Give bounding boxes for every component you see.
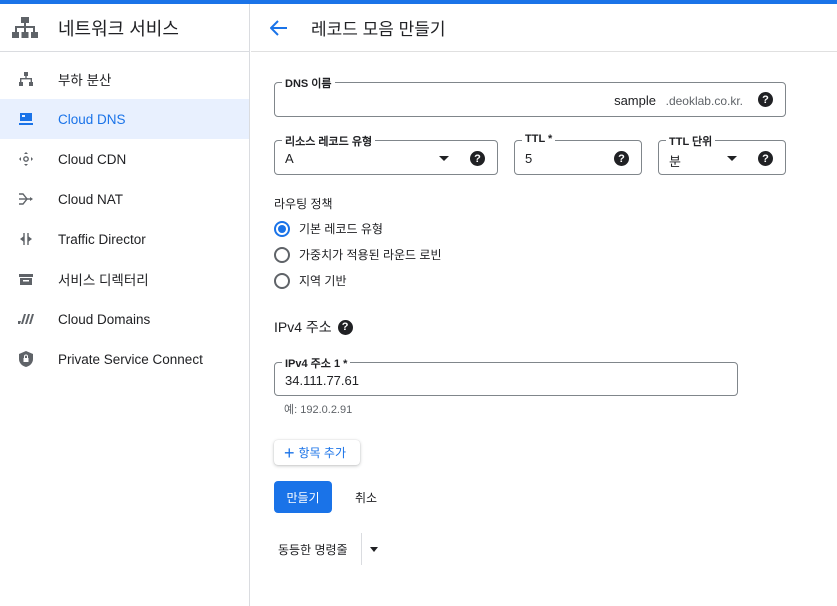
dropdown-caret-icon[interactable]	[727, 156, 737, 161]
sidebar-item-label: Cloud NAT	[58, 191, 124, 207]
dns-name-label: DNS 이름	[282, 75, 335, 91]
create-button[interactable]: 만들기	[274, 481, 332, 513]
ttl-value: 5	[525, 151, 533, 166]
equivalent-command-line-button[interactable]: 동등한 명령줄	[278, 533, 378, 565]
traffic-director-icon	[17, 230, 35, 248]
cdn-icon	[17, 150, 35, 168]
dns-name-suffix: .deoklab.co.kr.	[665, 94, 743, 108]
dropdown-caret-icon[interactable]	[369, 546, 378, 552]
cancel-button[interactable]: 취소	[347, 481, 385, 513]
service-directory-icon	[17, 270, 35, 288]
add-item-button[interactable]: + 항목 추가	[274, 440, 360, 465]
main-content: 레코드 모음 만들기 DNS 이름 sample .deoklab.co.kr.…	[251, 4, 837, 606]
private-service-connect-icon	[17, 350, 35, 368]
sidebar-item-cloud-nat[interactable]: Cloud NAT	[0, 179, 249, 219]
ipv4-hint: 예: 192.0.2.91	[284, 404, 353, 416]
ttl-unit-select[interactable]: TTL 단위 분 ?	[658, 133, 786, 175]
dns-icon	[17, 110, 35, 128]
ttl-unit-value: 분	[669, 154, 681, 169]
routing-option-label: 가중치가 적용된 라운드 로빈	[299, 248, 442, 262]
load-balancing-icon	[17, 70, 35, 88]
cancel-button-label: 취소	[355, 490, 378, 505]
dns-name-field[interactable]: DNS 이름 sample .deoklab.co.kr. ?	[274, 75, 786, 117]
routing-option-weighted[interactable]: 가중치가 적용된 라운드 로빈	[274, 246, 441, 263]
equivalent-command-line-label: 동등한 명령줄	[278, 542, 348, 557]
nat-icon	[17, 190, 35, 208]
sidebar: 네트워크 서비스 부하 분산 Cloud DNS Cloud CDN Cloud…	[0, 4, 250, 606]
main-header: 레코드 모음 만들기	[251, 4, 837, 52]
sidebar-item-label: Cloud DNS	[58, 111, 126, 127]
dropdown-caret-icon[interactable]	[439, 156, 449, 161]
sidebar-item-label: 서비스 디렉터리	[58, 273, 149, 288]
ipv4-address-field[interactable]: IPv4 주소 1 * 34.111.77.61	[274, 355, 738, 396]
ttl-unit-label: TTL 단위	[666, 133, 716, 149]
help-icon[interactable]: ?	[470, 151, 485, 166]
help-icon[interactable]: ?	[614, 151, 629, 166]
plus-icon: +	[284, 442, 295, 463]
sidebar-item-cloud-cdn[interactable]: Cloud CDN	[0, 139, 249, 179]
help-icon[interactable]: ?	[337, 319, 353, 335]
ipv4-field-label: IPv4 주소 1 *	[282, 355, 351, 371]
radio-button[interactable]	[274, 220, 290, 237]
routing-policy-label: 라우팅 정책	[274, 197, 333, 211]
ipv4-heading-text: IPv4 주소	[274, 319, 332, 335]
routing-option-label: 기본 레코드 유형	[299, 222, 383, 236]
sidebar-item-traffic-director[interactable]: Traffic Director	[0, 219, 249, 259]
sidebar-header: 네트워크 서비스	[0, 4, 249, 52]
create-button-label: 만들기	[286, 490, 320, 505]
network-services-icon	[12, 15, 38, 41]
ttl-label: TTL *	[522, 133, 556, 145]
routing-option-default[interactable]: 기본 레코드 유형	[274, 220, 383, 237]
sidebar-item-load-balancing[interactable]: 부하 분산	[0, 59, 249, 99]
radio-button[interactable]	[274, 272, 290, 289]
add-item-label: 항목 추가	[298, 446, 347, 460]
record-type-select[interactable]: 리소스 레코드 유형 A ?	[274, 133, 498, 175]
help-icon[interactable]: ?	[758, 92, 773, 107]
ttl-field[interactable]: TTL * 5 ?	[514, 133, 642, 175]
help-icon[interactable]: ?	[758, 151, 773, 166]
button-divider	[360, 533, 362, 565]
ipv4-section-heading: IPv4 주소 ?	[274, 317, 353, 337]
sidebar-item-label: Cloud Domains	[58, 311, 151, 327]
domains-icon	[17, 310, 35, 328]
sidebar-item-service-directory[interactable]: 서비스 디렉터리	[0, 259, 249, 299]
sidebar-item-label: Private Service Connect	[58, 351, 203, 367]
sidebar-item-label: Cloud CDN	[58, 151, 127, 167]
routing-option-geo[interactable]: 지역 기반	[274, 272, 347, 289]
sidebar-item-cloud-domains[interactable]: Cloud Domains	[0, 299, 249, 339]
sidebar-item-label: 부하 분산	[58, 73, 112, 88]
sidebar-item-cloud-dns[interactable]: Cloud DNS	[0, 99, 249, 139]
sidebar-nav: 부하 분산 Cloud DNS Cloud CDN Cloud NAT Traf…	[0, 52, 249, 379]
sidebar-title: 네트워크 서비스	[58, 18, 179, 39]
ipv4-field-value: 34.111.77.61	[285, 373, 359, 388]
sidebar-item-label: Traffic Director	[58, 231, 146, 247]
record-type-value: A	[285, 151, 294, 166]
page-title: 레코드 모음 만들기	[311, 20, 446, 39]
back-arrow-icon[interactable]	[267, 16, 291, 40]
radio-button[interactable]	[274, 246, 290, 263]
routing-option-label: 지역 기반	[299, 274, 347, 288]
record-type-label: 리소스 레코드 유형	[282, 133, 376, 149]
dns-name-value: sample	[614, 93, 656, 108]
sidebar-item-private-service-connect[interactable]: Private Service Connect	[0, 339, 249, 379]
